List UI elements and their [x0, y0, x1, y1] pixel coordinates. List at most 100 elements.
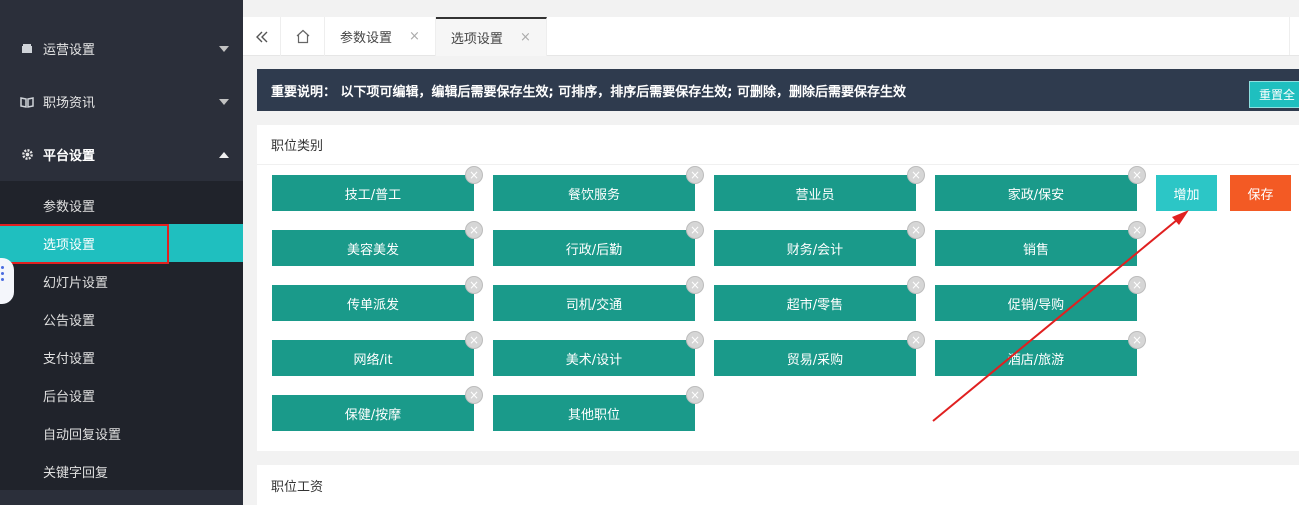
dot [1, 278, 4, 281]
delete-icon[interactable]: × [686, 276, 704, 294]
tag-label: 网络/it [353, 352, 393, 368]
sidebar-top-spacer [0, 0, 243, 22]
close-icon[interactable]: × [409, 29, 420, 44]
category-tag[interactable]: 超市/零售 × [714, 276, 925, 321]
category-tag[interactable]: 促销/导购 × [935, 276, 1146, 321]
category-tag[interactable]: 网络/it × [272, 331, 483, 376]
menu-group-label: 平台设置 [43, 149, 96, 164]
submenu-platform: 参数设置 选项设置 幻灯片设置 公告设置 支付设置 后台设置 自动回复设置 关键… [0, 181, 243, 490]
chevron-down-icon [219, 45, 229, 52]
job-category-panel: 职位类别 技工/普工 × 餐饮服务 × 营业员 × 家政/保安 × 美容美发 × 行政/后… [257, 125, 1299, 451]
category-tag[interactable]: 餐饮服务 × [493, 166, 704, 211]
home-icon [296, 29, 309, 44]
delete-icon[interactable]: × [465, 276, 483, 294]
menu-group-label: 职场资讯 [43, 96, 96, 111]
box-icon [20, 42, 34, 56]
chevron-down-icon [219, 98, 229, 105]
tag-label: 超市/零售 [786, 297, 844, 313]
delete-icon[interactable]: × [686, 166, 704, 184]
category-tag[interactable]: 司机/交通 × [493, 276, 704, 321]
category-tag[interactable]: 美术/设计 × [493, 331, 704, 376]
dot [1, 272, 4, 275]
tab-bar-right-edge [1289, 17, 1299, 55]
sidebar-item-payment[interactable]: 支付设置 [0, 338, 243, 376]
job-salary-panel: 职位工资 [257, 465, 1299, 505]
notice-bar: 重要说明： 以下项可编辑，编辑后需要保存生效; 可排序，排序后需要保存生效; 可… [257, 69, 1299, 111]
tag-label: 酒店/旅游 [1007, 352, 1065, 368]
tag-label: 行政/后勤 [565, 242, 623, 258]
sidebar-item-auto-reply[interactable]: 自动回复设置 [0, 414, 243, 452]
category-tag[interactable]: 技工/普工 × [272, 166, 483, 211]
delete-icon[interactable]: × [907, 331, 925, 349]
sidebar-item-slides[interactable]: 幻灯片设置 [0, 262, 243, 300]
category-tag[interactable]: 保健/按摩 × [272, 386, 483, 431]
sidebar-item-announcements[interactable]: 公告设置 [0, 300, 243, 338]
category-tag[interactable]: 美容美发 × [272, 221, 483, 266]
menu-group-platform[interactable]: 平台设置 [0, 128, 243, 181]
category-tag[interactable]: 酒店/旅游 × [935, 331, 1146, 376]
delete-icon[interactable]: × [1128, 331, 1146, 349]
tab-label: 参数设置 [340, 31, 393, 46]
delete-icon[interactable]: × [465, 331, 483, 349]
delete-icon[interactable]: × [465, 221, 483, 239]
panel-title: 职位类别 [257, 125, 1299, 165]
panel-title: 职位工资 [271, 479, 324, 495]
add-button[interactable]: 增加 [1156, 175, 1217, 211]
dot [1, 266, 4, 269]
tag-label: 技工/普工 [344, 187, 402, 203]
category-tag[interactable]: 其他职位 × [493, 386, 704, 431]
sidebar-item-keyword-reply[interactable]: 关键字回复 [0, 452, 243, 490]
collapse-sidebar-button[interactable] [243, 17, 281, 56]
tag-label: 保健/按摩 [344, 407, 402, 423]
menu-group-news[interactable]: 职场资讯 [0, 75, 243, 128]
delete-icon[interactable]: × [907, 276, 925, 294]
book-icon [20, 95, 34, 109]
tag-grid: 技工/普工 × 餐饮服务 × 营业员 × 家政/保安 × 美容美发 × 行政/后勤 × 财务… [257, 165, 1299, 451]
home-tab[interactable] [281, 17, 325, 56]
category-tag[interactable]: 行政/后勤 × [493, 221, 704, 266]
main-content: 重要说明： 以下项可编辑，编辑后需要保存生效; 可排序，排序后需要保存生效; 可… [257, 69, 1299, 505]
sidebar-item-options[interactable]: 选项设置 [0, 224, 243, 264]
tag-label: 美容美发 [346, 242, 399, 258]
save-button[interactable]: 保存 [1230, 175, 1291, 211]
tag-label: 美术/设计 [565, 352, 623, 368]
delete-icon[interactable]: × [1128, 221, 1146, 239]
delete-icon[interactable]: × [686, 386, 704, 404]
delete-icon[interactable]: × [907, 166, 925, 184]
notice-text: 重要说明： 以下项可编辑，编辑后需要保存生效; 可排序，排序后需要保存生效; 可… [271, 84, 906, 100]
sidebar-item-params[interactable]: 参数设置 [0, 186, 243, 224]
tag-label: 家政/保安 [1007, 187, 1065, 203]
category-tag[interactable]: 财务/会计 × [714, 221, 925, 266]
delete-icon[interactable]: × [465, 386, 483, 404]
delete-icon[interactable]: × [465, 166, 483, 184]
tab-label: 选项设置 [450, 32, 503, 47]
category-tag[interactable]: 贸易/采购 × [714, 331, 925, 376]
tab-bar: 参数设置 × 选项设置 × [243, 17, 1299, 56]
tag-label: 销售 [1022, 242, 1049, 258]
category-tag[interactable]: 销售 × [935, 221, 1146, 266]
tab-options[interactable]: 选项设置 × [435, 17, 547, 56]
reset-all-button[interactable]: 重置全 [1248, 81, 1299, 108]
menu-group-operations[interactable]: 运营设置 [0, 22, 243, 75]
sidebar-item-backend[interactable]: 后台设置 [0, 376, 243, 414]
delete-icon[interactable]: × [1128, 276, 1146, 294]
side-widget-decoration [0, 258, 14, 304]
tab-params[interactable]: 参数设置 × [325, 17, 436, 56]
close-icon[interactable]: × [520, 30, 531, 45]
category-tag[interactable]: 传单派发 × [272, 276, 483, 321]
menu-group-label: 运营设置 [43, 43, 96, 58]
category-tag[interactable]: 家政/保安 × [935, 166, 1146, 211]
category-tag[interactable]: 营业员 × [714, 166, 925, 211]
tag-label: 贸易/采购 [786, 352, 844, 368]
delete-icon[interactable]: × [686, 331, 704, 349]
tag-label: 餐饮服务 [567, 187, 620, 203]
sidebar: 运营设置 职场资讯 平台设置 参数设置 选项设置 幻灯片设置 公告设置 支付设置… [0, 0, 243, 505]
delete-icon[interactable]: × [907, 221, 925, 239]
tag-label: 财务/会计 [786, 242, 844, 258]
gear-icon [20, 148, 34, 162]
tag-label: 传单派发 [346, 297, 399, 313]
double-chevron-left-icon [255, 31, 267, 42]
delete-icon[interactable]: × [1128, 166, 1146, 184]
tag-label: 促销/导购 [1007, 297, 1065, 313]
delete-icon[interactable]: × [686, 221, 704, 239]
